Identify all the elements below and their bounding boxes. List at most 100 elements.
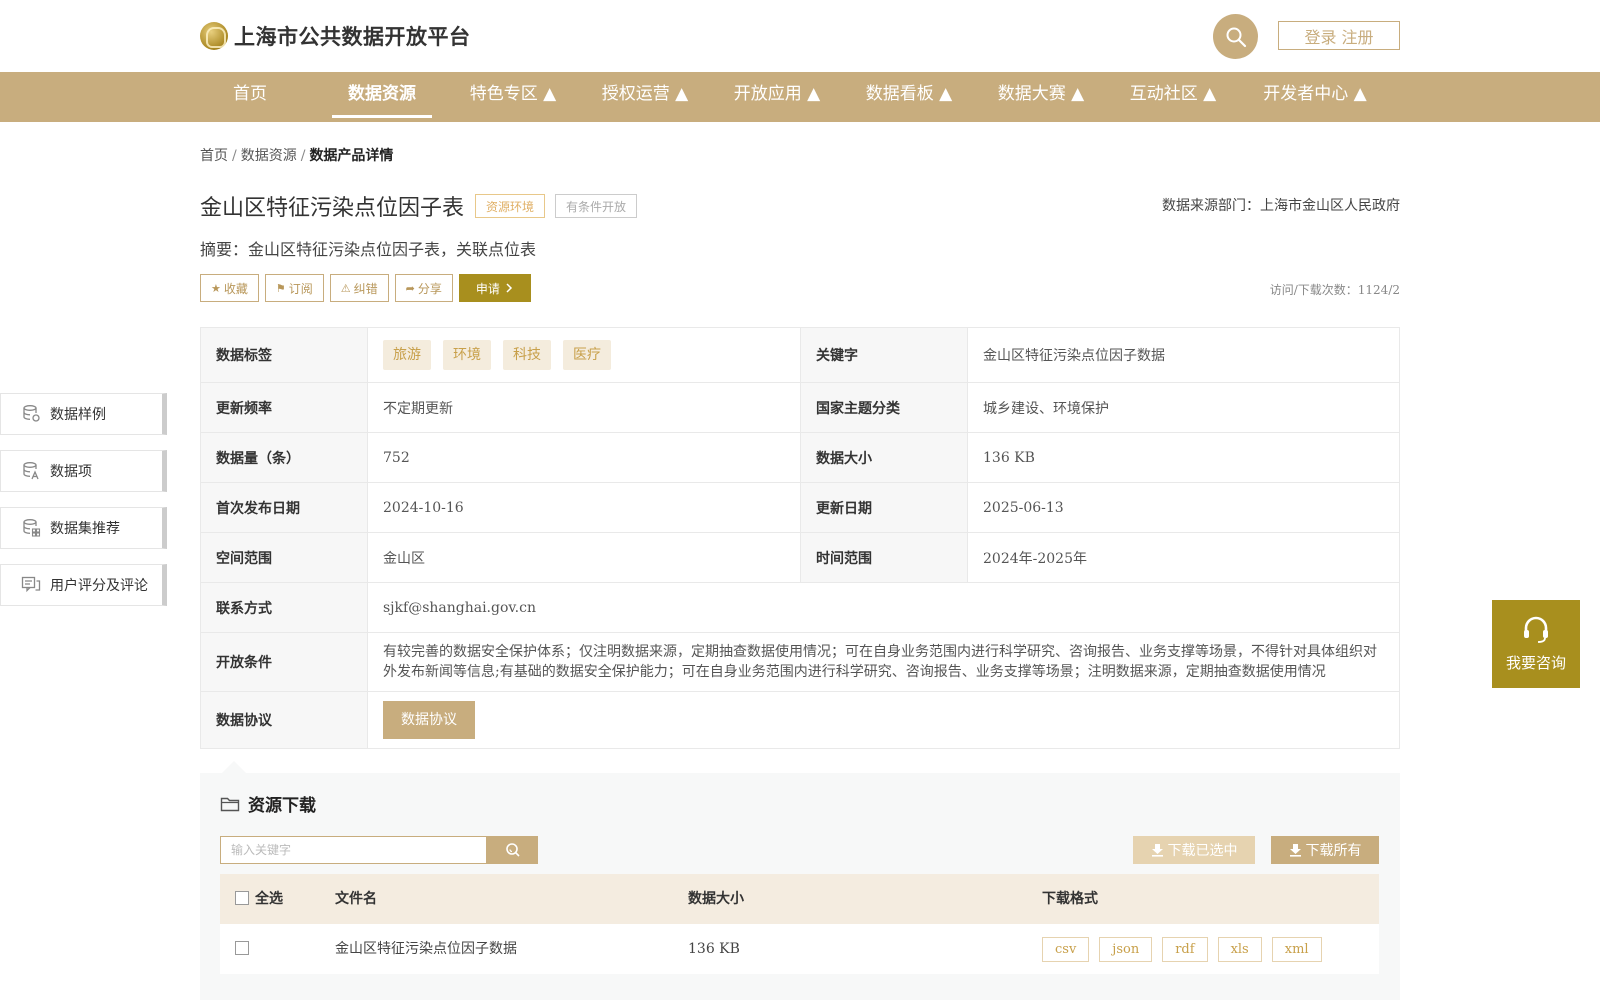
tag-chip[interactable]: 旅游: [383, 340, 431, 370]
search-icon: [505, 843, 520, 857]
header-search-button[interactable]: [1213, 14, 1258, 59]
table-row: 开放条件 有较完善的数据安全保护体系；仅注明数据来源，定期抽查数据使用情况；可在…: [200, 632, 1400, 692]
sidebar-item-data-sample[interactable]: 数据样例: [0, 393, 167, 435]
download-selected-button[interactable]: 下载已选中: [1133, 836, 1255, 864]
sidebar-item-dataset-recommend[interactable]: 数据集推荐: [0, 507, 167, 549]
select-all-label: 全选: [255, 891, 283, 907]
sidebar-item-data-fields[interactable]: 数据项: [0, 450, 167, 492]
nav-item-authorized-ops[interactable]: 授权运营 ▲: [594, 72, 696, 122]
breadcrumb: 首页 / 数据资源 / 数据产品详情: [200, 145, 393, 165]
nav-item-open-apps[interactable]: 开放应用 ▲: [726, 72, 828, 122]
product-info-table: 数据标签 旅游 环境 科技 医疗 关键字 金山区特征污染点位因子数据 更新频率 不定期…: [200, 327, 1400, 749]
keyword-label: 关键字: [800, 327, 968, 383]
resource-download-section: 资源下载 输入关键字 下载已选中 下载所有 全选 文件名 数据大小 下载格式 金…: [200, 773, 1400, 1000]
file-table-header: 全选 文件名 数据大小 下载格式: [220, 874, 1379, 924]
record-count-label: 数据量（条）: [200, 432, 368, 483]
product-title-row: 金山区特征污染点位因子表 资源环境 有条件开放: [200, 190, 638, 222]
tags-cell: 旅游 环境 科技 医疗: [367, 327, 801, 383]
nav-item-data-dashboard[interactable]: 数据看板 ▲: [858, 72, 960, 122]
breadcrumb-data-resources[interactable]: 数据资源: [241, 148, 297, 164]
breadcrumb-home[interactable]: 首页: [200, 148, 228, 164]
select-all-checkbox[interactable]: [235, 891, 249, 905]
format-xml-button[interactable]: xml: [1271, 936, 1322, 962]
database-sample-icon: [23, 405, 40, 422]
tag-chip[interactable]: 科技: [503, 340, 551, 370]
tag-chip[interactable]: 环境: [443, 340, 491, 370]
logo-emblem-icon: [200, 22, 228, 50]
tags-label: 数据标签: [200, 327, 368, 383]
first-publish-value: 2024-10-16: [367, 482, 801, 533]
file-search-input[interactable]: 输入关键字: [220, 836, 487, 864]
table-row: 数据协议 数据协议: [200, 691, 1400, 749]
record-count-value: 752: [367, 432, 801, 483]
database-recommend-icon: [23, 519, 41, 537]
sidebar-item-label: 用户评分及评论: [50, 578, 148, 594]
tag-chip[interactable]: 医疗: [563, 340, 611, 370]
headset-icon: [1524, 616, 1548, 643]
format-json-button[interactable]: json: [1099, 936, 1153, 962]
time-range-value: 2024年-2025年: [967, 532, 1400, 583]
folder-icon: [220, 797, 240, 811]
breadcrumb-separator: /: [232, 148, 237, 164]
file-name: 金山区特征污染点位因子数据: [335, 941, 517, 957]
report-label: 纠错: [353, 281, 378, 296]
time-range-label: 时间范围: [800, 532, 968, 583]
nav-item-data-resources[interactable]: 数据资源: [332, 72, 432, 122]
top-header: 上海市公共数据开放平台 登录 注册: [0, 0, 1600, 72]
table-row: 首次发布日期 2024-10-16 更新日期 2025-06-13: [200, 482, 1400, 533]
comment-icon: [21, 576, 41, 593]
apply-button[interactable]: 申请: [458, 274, 531, 302]
share-icon: ➦: [405, 281, 415, 295]
action-bar: ★ 收藏 ⚑ 订阅 ⚠ 纠错 ➦ 分享 申请: [200, 274, 531, 302]
national-theme-label: 国家主题分类: [800, 382, 968, 433]
sidebar-item-user-reviews[interactable]: 用户评分及评论: [0, 564, 167, 606]
row-select-cell: [235, 924, 255, 974]
sidebar-item-label: 数据样例: [50, 407, 106, 423]
nav-item-home[interactable]: 首页: [220, 72, 280, 122]
chevron-right-icon: [506, 283, 512, 293]
contact-label: 联系方式: [200, 582, 368, 633]
favorite-button[interactable]: ★ 收藏: [200, 274, 259, 302]
data-protocol-button[interactable]: 数据协议: [383, 701, 475, 739]
open-type-tag: 有条件开放: [555, 194, 638, 218]
column-header-filename: 文件名: [335, 891, 377, 907]
nav-item-data-contest[interactable]: 数据大赛 ▲: [990, 72, 1092, 122]
spatial-range-label: 空间范围: [200, 532, 368, 583]
row-checkbox[interactable]: [235, 941, 249, 955]
data-size-label: 数据大小: [800, 432, 968, 483]
format-csv-button[interactable]: csv: [1042, 936, 1090, 962]
format-rdf-button[interactable]: rdf: [1162, 936, 1208, 962]
select-all-cell: 全选: [235, 874, 283, 924]
site-logo[interactable]: 上海市公共数据开放平台: [200, 21, 471, 51]
breadcrumb-separator: /: [300, 148, 306, 164]
nav-item-community[interactable]: 互动社区 ▲: [1122, 72, 1224, 122]
subscribe-label: 订阅: [288, 281, 313, 296]
warning-icon: ⚠: [340, 281, 351, 295]
topic-tag: 资源环境: [475, 194, 546, 218]
sidebar-item-label: 数据集推荐: [50, 521, 120, 537]
update-frequency-label: 更新频率: [200, 382, 368, 433]
table-row: 数据标签 旅游 环境 科技 医疗 关键字 金山区特征污染点位因子数据: [200, 327, 1400, 383]
contact-value: sjkf@shanghai.gov.cn: [367, 582, 1400, 633]
nav-item-developer-center[interactable]: 开发者中心 ▲: [1254, 72, 1376, 122]
download-all-label: 下载所有: [1305, 843, 1362, 859]
download-title-label: 资源下载: [248, 796, 316, 816]
product-summary: 摘要：金山区特征污染点位因子表，关联点位表: [200, 240, 537, 259]
file-search-button[interactable]: [487, 836, 538, 864]
open-condition-value: 有较完善的数据安全保护体系；仅注明数据来源，定期抽查数据使用情况；可在自身业务范…: [367, 632, 1400, 692]
download-icon: [1289, 844, 1301, 857]
report-error-button[interactable]: ⚠ 纠错: [329, 274, 389, 302]
main-nav: 首页 数据资源 特色专区 ▲ 授权运营 ▲ 开放应用 ▲ 数据看板 ▲ 数据大赛…: [0, 72, 1600, 122]
consult-button[interactable]: 我要咨询: [1492, 600, 1580, 688]
download-section-title: 资源下载: [220, 791, 316, 816]
table-row: 数据量（条） 752 数据大小 136 KB: [200, 432, 1400, 483]
share-button[interactable]: ➦ 分享: [394, 274, 453, 302]
format-xls-button[interactable]: xls: [1217, 936, 1262, 962]
login-register-button[interactable]: 登录 注册: [1278, 21, 1400, 50]
spatial-range-value: 金山区: [367, 532, 801, 583]
update-frequency-value: 不定期更新: [367, 382, 801, 433]
nav-item-special-zones[interactable]: 特色专区 ▲: [462, 72, 564, 122]
subscribe-button[interactable]: ⚑ 订阅: [264, 274, 324, 302]
download-all-button[interactable]: 下载所有: [1271, 836, 1379, 864]
table-row: 联系方式 sjkf@shanghai.gov.cn: [200, 582, 1400, 633]
